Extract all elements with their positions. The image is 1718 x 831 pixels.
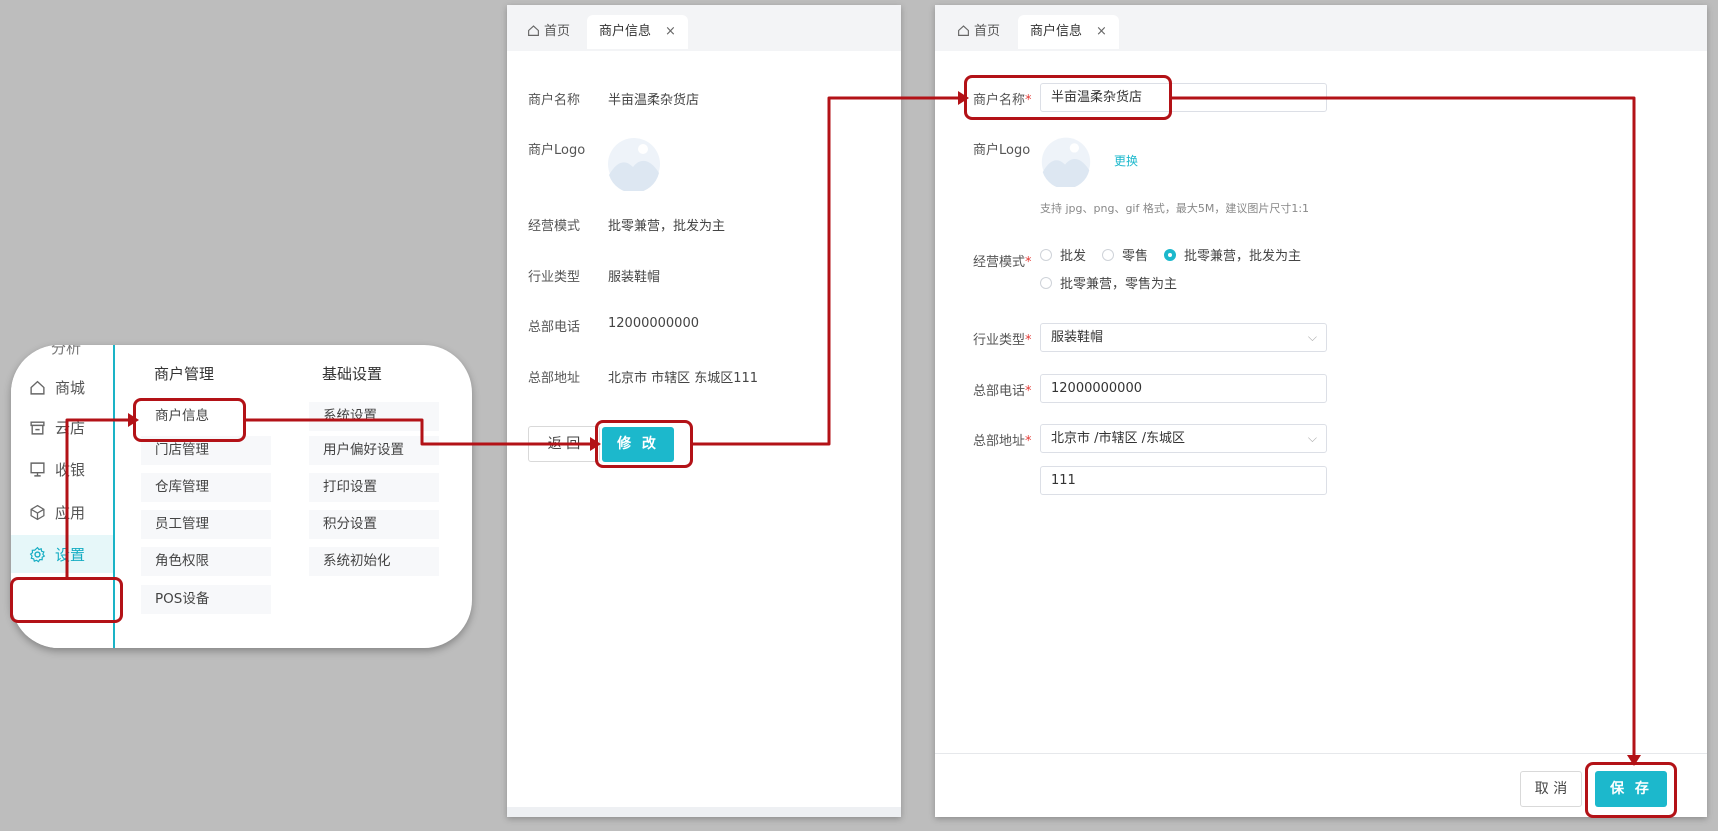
value-industry: 服装鞋帽 xyxy=(608,270,661,285)
sidebar-item-label: 收银 xyxy=(55,461,86,479)
required-mark: * xyxy=(1025,255,1032,270)
home-icon xyxy=(958,25,969,36)
logo-hint: 支持 jpg、png、gif 格式，最大5M，建议图片尺寸1:1 xyxy=(1040,202,1310,215)
menu-item-points-settings[interactable]: 积分设置 xyxy=(309,510,439,539)
home-icon xyxy=(30,380,45,395)
footer-divider xyxy=(935,753,1707,754)
menu-item-roles[interactable]: 角色权限 xyxy=(141,547,271,576)
menu-item-print-settings[interactable]: 打印设置 xyxy=(309,473,439,502)
highlight-merchant-name xyxy=(964,75,1172,120)
sidebar-item-partial: 分析 xyxy=(51,345,82,357)
sidebar-item-label: 商城 xyxy=(55,379,86,397)
merchant-edit-panel: 首页 商户信息 × 商户名称* 半亩温柔杂货店 商户Logo 更换 支持 jpg、… xyxy=(935,5,1707,817)
cube-icon xyxy=(30,504,45,521)
tab-label: 商户信息 xyxy=(1030,24,1083,39)
home-icon xyxy=(528,25,539,36)
select-value: 北京市 /市辖区 /东城区 xyxy=(1051,431,1186,446)
hq-address-detail-input[interactable]: 111 xyxy=(1040,466,1327,495)
panel-footer-strip xyxy=(507,807,901,817)
hq-region-select[interactable]: 北京市 /市辖区 /东城区 ⌵ xyxy=(1040,424,1327,453)
sidebar-item-cashier[interactable]: 收银 xyxy=(29,459,85,480)
label-merchant-name: 商户名称 xyxy=(528,93,581,108)
radio-wholesale[interactable]: 批发 xyxy=(1040,245,1086,264)
tab-home[interactable]: 首页 xyxy=(957,15,1000,49)
tab-home[interactable]: 首页 xyxy=(527,15,570,49)
merchant-logo-image xyxy=(608,138,660,191)
sidebar-item-label: 设置 xyxy=(55,545,86,564)
select-value: 服装鞋帽 xyxy=(1051,330,1104,345)
sidebar-item-label: 应用 xyxy=(55,504,86,522)
highlight-merchant-info xyxy=(133,398,246,442)
back-button[interactable]: 返 回 xyxy=(528,426,600,462)
required-mark: * xyxy=(1025,384,1032,399)
tab-merchant-info[interactable]: 商户信息 × xyxy=(1018,15,1119,49)
value-hq-phone: 12000000000 xyxy=(608,316,699,331)
radio-mixed-retail[interactable]: 批零兼营，零售为主 xyxy=(1040,273,1177,292)
radio-dot xyxy=(1102,248,1114,261)
radio-label: 零售 xyxy=(1122,249,1149,264)
sidebar-item-apps[interactable]: 应用 xyxy=(29,502,85,523)
radio-dot-selected xyxy=(1164,248,1176,261)
menu-item-warehouse-mgmt[interactable]: 仓库管理 xyxy=(141,473,271,502)
label-merchant-logo: 商户Logo xyxy=(528,143,586,158)
sidebar-item-cloud-store[interactable]: 云店 xyxy=(29,417,85,438)
radio-label: 批发 xyxy=(1060,249,1087,264)
menu-item-pos-devices[interactable]: POS设备 xyxy=(141,585,271,614)
radio-dot xyxy=(1040,276,1052,289)
highlight-save-button xyxy=(1585,762,1677,818)
cancel-button[interactable]: 取 消 xyxy=(1520,771,1582,807)
label-business-mode: 经营模式 xyxy=(528,219,581,234)
menu-item-staff-mgmt[interactable]: 员工管理 xyxy=(141,510,271,539)
radio-label: 批零兼营，批发为主 xyxy=(1184,249,1302,264)
label-hq-address: 总部地址 xyxy=(528,371,581,386)
highlight-edit-button xyxy=(595,420,693,468)
value-business-mode: 批零兼营，批发为主 xyxy=(608,219,726,234)
label-hq-phone: 总部电话 xyxy=(528,320,581,335)
store-icon xyxy=(30,421,45,435)
merchant-logo-image[interactable] xyxy=(1037,133,1095,187)
merchant-detail-panel: 首页 商户信息 × 商户名称 半亩温柔杂货店 商户Logo 经营模式 批零兼营，批… xyxy=(507,5,901,817)
chevron-down-icon: ⌵ xyxy=(1307,431,1317,445)
close-icon[interactable]: × xyxy=(665,24,676,39)
close-icon[interactable]: × xyxy=(1096,24,1107,39)
menu-item-system-init[interactable]: 系统初始化 xyxy=(309,547,439,576)
tab-merchant-info[interactable]: 商户信息 × xyxy=(587,15,688,49)
menu-item-user-prefs[interactable]: 用户偏好设置 xyxy=(309,436,439,465)
label-hq-address: 总部地址* xyxy=(973,434,1032,449)
radio-label: 批零兼营，零售为主 xyxy=(1060,277,1178,292)
radio-retail[interactable]: 零售 xyxy=(1102,245,1148,264)
group-title-merchant: 商户管理 xyxy=(154,365,215,383)
radio-mixed-wholesale[interactable]: 批零兼营，批发为主 xyxy=(1164,245,1301,264)
tab-bar: 首页 商户信息 × xyxy=(507,5,901,51)
tab-label: 首页 xyxy=(974,24,1001,39)
value-merchant-name: 半亩温柔杂货店 xyxy=(608,93,700,108)
industry-select[interactable]: 服装鞋帽 ⌵ xyxy=(1040,323,1327,352)
label-hq-phone: 总部电话* xyxy=(973,384,1032,399)
replace-logo-link[interactable]: 更换 xyxy=(1114,152,1138,169)
sidebar-item-mall[interactable]: 商城 xyxy=(29,377,85,398)
radio-dot xyxy=(1040,248,1052,261)
highlight-settings xyxy=(10,577,123,623)
tab-label: 首页 xyxy=(544,24,571,39)
gear-icon xyxy=(29,546,46,562)
label-merchant-logo: 商户Logo xyxy=(973,143,1031,158)
value-hq-address: 北京市 市辖区 东城区111 xyxy=(608,371,759,386)
hq-phone-input[interactable]: 12000000000 xyxy=(1040,374,1327,403)
sidebar-item-label: 云店 xyxy=(55,419,86,437)
group-title-basic: 基础设置 xyxy=(322,365,383,383)
required-mark: * xyxy=(1025,333,1032,348)
chevron-down-icon: ⌵ xyxy=(1307,330,1317,344)
label-industry: 行业类型 xyxy=(528,270,581,285)
tab-label: 商户信息 xyxy=(599,24,652,39)
tab-bar: 首页 商户信息 × xyxy=(935,5,1707,51)
menu-item-system-settings[interactable]: 系统设置 xyxy=(309,402,439,431)
required-mark: * xyxy=(1025,434,1032,449)
label-industry: 行业类型* xyxy=(973,333,1032,348)
sidebar-item-settings[interactable]: 设置 xyxy=(11,535,113,573)
monitor-icon xyxy=(30,462,45,477)
label-business-mode: 经营模式* xyxy=(973,255,1032,270)
